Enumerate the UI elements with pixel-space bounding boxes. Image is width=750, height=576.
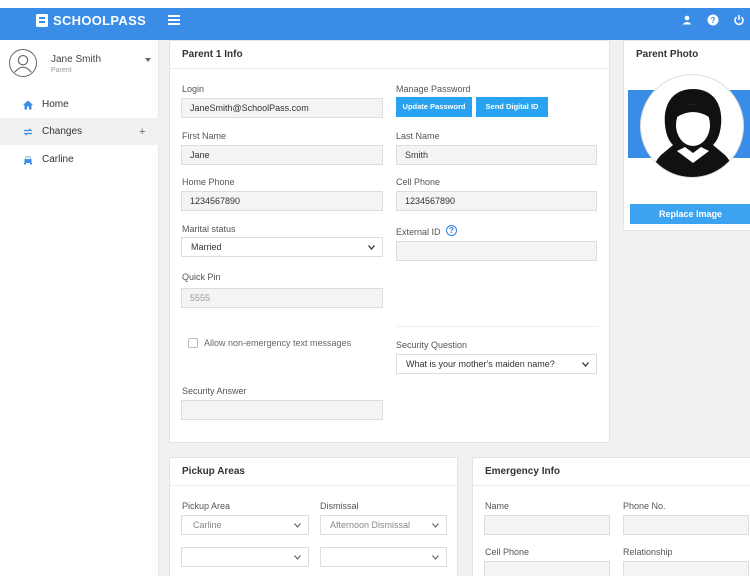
cell-phone-field[interactable]: 1234567890 <box>396 191 597 211</box>
security-answer-label: Security Answer <box>182 386 247 396</box>
login-field[interactable]: JaneSmith@SchoolPass.com <box>181 98 383 118</box>
divider <box>170 485 457 486</box>
pickup-area-select[interactable] <box>181 547 309 567</box>
chevron-down-icon <box>294 555 301 560</box>
divider <box>396 326 599 327</box>
user-name: Jane Smith <box>51 54 102 65</box>
parent-photo-card: Parent Photo Replace Image <box>623 40 750 231</box>
pickup-area-label: Pickup Area <box>182 501 231 511</box>
emergency-relationship-field[interactable] <box>623 561 749 576</box>
chevron-down-icon <box>432 523 439 528</box>
home-phone-field[interactable]: 1234567890 <box>181 191 383 211</box>
help-icon[interactable]: ? <box>707 14 719 26</box>
security-question-select[interactable]: What is your mother's maiden name? <box>396 354 597 374</box>
user-icon[interactable] <box>681 14 693 26</box>
replace-image-button[interactable]: Replace Image <box>630 204 750 224</box>
sidebar: Jane Smith Parent Home Changes + Carline <box>0 40 159 576</box>
power-icon[interactable] <box>733 14 745 26</box>
external-id-label: External ID <box>396 227 441 237</box>
send-digital-id-button[interactable]: Send Digital ID <box>476 97 548 117</box>
pickup-area-value: Carline <box>193 520 222 530</box>
brand-name: SCHOOLPASS <box>53 12 147 28</box>
car-icon <box>24 156 32 164</box>
card-title: Parent 1 Info <box>182 49 243 60</box>
parent-info-card: Parent 1 Info Login JaneSmith@SchoolPass… <box>169 40 610 443</box>
user-role: Parent <box>51 67 72 74</box>
user-menu[interactable]: Jane Smith Parent <box>0 40 159 86</box>
changes-icon <box>23 127 33 136</box>
update-password-button[interactable]: Update Password <box>396 97 472 117</box>
emergency-name-field[interactable] <box>484 515 610 535</box>
cell-phone-label: Cell Phone <box>396 177 441 187</box>
security-answer-field[interactable] <box>181 400 383 420</box>
brand[interactable]: SCHOOLPASS <box>36 9 146 31</box>
emergency-info-card: Emergency Info Name Phone No. Cell Phone… <box>472 457 750 576</box>
manage-password-label: Manage Password <box>396 84 471 94</box>
quick-pin-label: Quick Pin <box>182 272 221 282</box>
allow-texts-checkbox[interactable] <box>188 338 198 348</box>
pickup-area-select[interactable]: Carline <box>181 515 309 535</box>
dismissal-value: Afternoon Dismissal <box>330 520 411 530</box>
sidebar-item-label: Changes <box>42 126 83 137</box>
dismissal-label: Dismissal <box>320 501 359 511</box>
chevron-down-icon <box>368 245 375 250</box>
menu-icon[interactable] <box>168 15 180 25</box>
sidebar-item-label: Carline <box>42 154 74 165</box>
expand-icon[interactable]: + <box>139 126 145 138</box>
chevron-down-icon[interactable] <box>145 58 151 62</box>
chevron-down-icon <box>432 555 439 560</box>
login-label: Login <box>182 84 205 94</box>
last-name-label: Last Name <box>396 131 440 141</box>
card-title: Emergency Info <box>485 466 561 477</box>
marital-status-label: Marital status <box>182 224 236 234</box>
top-strip <box>0 0 750 8</box>
logo-icon <box>36 13 48 27</box>
avatar-silhouette <box>650 89 736 177</box>
chevron-down-icon <box>582 362 589 367</box>
sidebar-item-label: Home <box>42 99 69 110</box>
allow-texts-label: Allow non-emergency text messages <box>204 338 352 348</box>
dismissal-select[interactable]: Afternoon Dismissal <box>320 515 447 535</box>
divider <box>170 68 609 69</box>
sidebar-item-home[interactable]: Home <box>0 91 159 118</box>
marital-status-value: Married <box>191 242 222 252</box>
sidebar-item-changes[interactable]: Changes + <box>0 118 159 145</box>
divider <box>473 485 750 486</box>
emergency-name-label: Name <box>485 501 510 511</box>
card-title: Pickup Areas <box>182 466 245 477</box>
parent-photo <box>640 74 744 178</box>
quick-pin-field[interactable]: 5555 <box>181 288 383 308</box>
pickup-areas-card: Pickup Areas Pickup Area Dismissal Carli… <box>169 457 458 576</box>
external-id-field[interactable] <box>396 241 597 261</box>
home-icon <box>23 100 33 109</box>
card-title: Parent Photo <box>636 49 699 60</box>
security-question-value: What is your mother's maiden name? <box>406 359 555 369</box>
avatar <box>9 49 37 77</box>
chevron-down-icon <box>294 523 301 528</box>
dismissal-select[interactable] <box>320 547 447 567</box>
emergency-cell-label: Cell Phone <box>485 547 530 557</box>
help-icon[interactable]: ? <box>446 225 457 236</box>
emergency-cell-field[interactable] <box>484 561 610 576</box>
emergency-phone-label: Phone No. <box>623 501 666 511</box>
sidebar-item-carline[interactable]: Carline <box>0 146 159 173</box>
security-question-label: Security Question <box>396 340 468 350</box>
home-phone-label: Home Phone <box>182 177 235 187</box>
emergency-relationship-label: Relationship <box>623 547 673 557</box>
first-name-label: First Name <box>182 131 227 141</box>
first-name-field[interactable]: Jane <box>181 145 383 165</box>
marital-status-select[interactable]: Married <box>181 237 383 257</box>
emergency-phone-field[interactable] <box>623 515 749 535</box>
last-name-field[interactable]: Smith <box>396 145 597 165</box>
svg-text:?: ? <box>711 16 716 25</box>
